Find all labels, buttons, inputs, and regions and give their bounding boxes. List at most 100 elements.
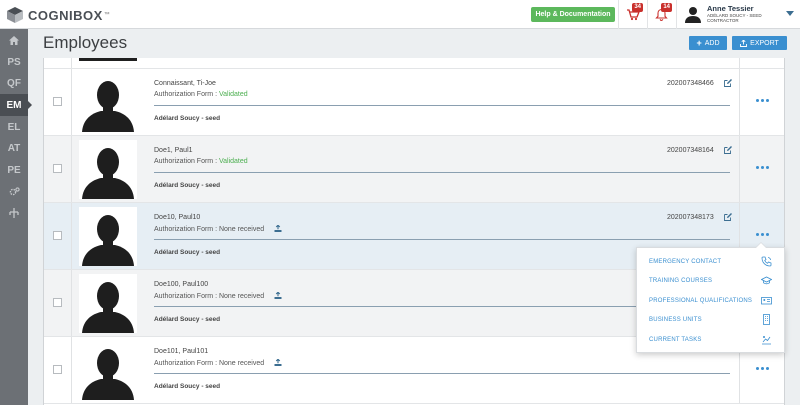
user-name: Anne Tessier <box>707 4 754 13</box>
sidebar: PS QF EM EL AT PE <box>0 29 32 405</box>
sidebar-item-em[interactable]: EM <box>0 94 32 116</box>
employee-photo <box>79 207 137 266</box>
user-subtitle: ADÉLARD SOUCY - SEED CONTRACTOR <box>707 13 762 23</box>
more-options-icon[interactable] <box>756 367 770 373</box>
authorization-status: Validated <box>218 158 248 165</box>
employee-id: 202007348466 <box>667 80 714 87</box>
menu-item-emergency-contact[interactable]: EMERGENCY CONTACT <box>637 252 786 271</box>
employee-name[interactable]: Connaissant, Ti-Joe <box>154 80 216 87</box>
upload-icon[interactable] <box>274 225 282 232</box>
tasks-icon <box>761 334 772 345</box>
sidebar-item-qf[interactable]: QF <box>0 72 28 94</box>
more-options-icon[interactable] <box>756 166 770 172</box>
edit-icon[interactable] <box>724 146 732 154</box>
column-divider <box>739 136 740 202</box>
row-divider <box>154 105 730 106</box>
employee-name[interactable]: Doe100, Paul100 <box>154 281 208 288</box>
upload-icon[interactable] <box>274 292 282 299</box>
export-button-label: EXPORT <box>750 39 779 47</box>
chevron-down-icon[interactable] <box>786 11 794 16</box>
menu-item-label: CURRENT TASKS <box>649 336 702 343</box>
cognibox-logo[interactable]: COGNIBOX ™ <box>6 5 110 25</box>
table-row[interactable] <box>44 58 784 69</box>
home-icon <box>9 35 19 45</box>
sidebar-item-ps[interactable]: PS <box>0 51 28 73</box>
row-divider <box>154 239 730 240</box>
logo-cube-icon <box>6 6 24 24</box>
row-checkbox[interactable] <box>53 298 62 307</box>
employee-name[interactable]: Doe1, Paul1 <box>154 147 193 154</box>
add-button[interactable]: + ADD <box>689 36 727 50</box>
column-divider <box>71 270 72 336</box>
row-checkbox[interactable] <box>53 365 62 374</box>
row-divider <box>154 373 730 374</box>
sidebar-item-structure[interactable] <box>0 202 28 224</box>
menu-item-label: EMERGENCY CONTACT <box>649 258 722 265</box>
add-button-label: ADD <box>704 39 720 47</box>
sidebar-item-el[interactable]: EL <box>0 116 28 138</box>
column-divider <box>71 203 72 269</box>
employee-photo <box>79 341 137 400</box>
sidebar-item-pe[interactable]: PE <box>0 159 28 181</box>
sidebar-item-settings[interactable] <box>0 181 28 203</box>
employee-id: 202007348173 <box>667 214 714 221</box>
edit-icon[interactable] <box>724 79 732 87</box>
employee-photo <box>79 274 137 333</box>
export-icon <box>740 39 748 47</box>
table-row[interactable]: Connaissant, Ti-Joe Authorization Form :… <box>44 69 784 136</box>
export-button[interactable]: EXPORT <box>732 36 787 50</box>
menu-item-label: TRAINING COURSES <box>649 277 713 284</box>
id-card-icon <box>761 295 772 306</box>
gears-icon <box>9 187 20 196</box>
authorization-form: Authorization Form : None received <box>154 225 282 233</box>
more-options-icon[interactable] <box>756 99 770 105</box>
menu-item-label: PROFESSIONAL QUALIFICATIONS <box>649 297 753 304</box>
row-divider <box>154 172 730 173</box>
column-divider <box>71 58 72 68</box>
row-checkbox[interactable] <box>53 164 62 173</box>
column-divider <box>71 136 72 202</box>
authorization-form: Authorization Form : Validated <box>154 91 248 98</box>
authorization-form: Authorization Form : None received <box>154 359 282 367</box>
employee-name[interactable]: Doe101, Paul101 <box>154 348 208 355</box>
row-checkbox[interactable] <box>53 97 62 106</box>
more-options-icon[interactable] <box>756 233 770 239</box>
table-row[interactable]: Doe1, Paul1 Authorization Form : Validat… <box>44 136 784 203</box>
logo-trademark: ™ <box>103 12 110 18</box>
menu-item-professional-qualifications[interactable]: PROFESSIONAL QUALIFICATIONS <box>637 291 786 310</box>
upload-icon[interactable] <box>274 359 282 366</box>
menu-item-current-tasks[interactable]: CURRENT TASKS <box>637 330 786 349</box>
building-icon <box>761 314 772 325</box>
menu-item-label: BUSINESS UNITS <box>649 316 702 323</box>
menu-item-business-units[interactable]: BUSINESS UNITS <box>637 310 786 329</box>
column-divider <box>71 337 72 403</box>
page-title: Employees <box>43 33 128 52</box>
edit-icon[interactable] <box>724 213 732 221</box>
business-unit: Adélard Soucy - seed <box>154 249 221 256</box>
notifications-badge: 14 <box>661 3 672 12</box>
cart-button[interactable]: 34 <box>618 0 646 29</box>
authorization-status: Validated <box>218 91 248 98</box>
column-divider <box>739 69 740 135</box>
user-avatar-icon <box>685 6 701 23</box>
row-checkbox[interactable] <box>53 231 62 240</box>
authorization-form: Authorization Form : Validated <box>154 158 248 165</box>
cart-badge: 34 <box>632 3 643 12</box>
business-unit: Adélard Soucy - seed <box>154 115 221 122</box>
column-divider <box>739 58 740 68</box>
user-menu[interactable]: Anne Tessier ADÉLARD SOUCY - SEED CONTRA… <box>676 0 800 29</box>
sidebar-item-at[interactable]: AT <box>0 137 28 159</box>
graduation-cap-icon <box>761 275 772 286</box>
notifications-button[interactable]: 14 <box>647 0 675 29</box>
top-bar: COGNIBOX ™ Help & Documentation 34 14 An… <box>0 0 800 29</box>
menu-item-training-courses[interactable]: TRAINING COURSES <box>637 271 786 290</box>
phone-icon <box>761 256 772 267</box>
hierarchy-icon <box>9 208 19 218</box>
business-unit: Adélard Soucy - seed <box>154 182 221 189</box>
sidebar-item-home[interactable] <box>0 29 28 51</box>
employee-photo <box>79 140 137 199</box>
row-actions-menu: EMERGENCY CONTACT TRAINING COURSES PROFE… <box>636 242 786 353</box>
help-documentation-button[interactable]: Help & Documentation <box>531 7 615 22</box>
authorization-form: Authorization Form : None received <box>154 292 282 300</box>
employee-name[interactable]: Doe10, Paul10 <box>154 214 200 221</box>
